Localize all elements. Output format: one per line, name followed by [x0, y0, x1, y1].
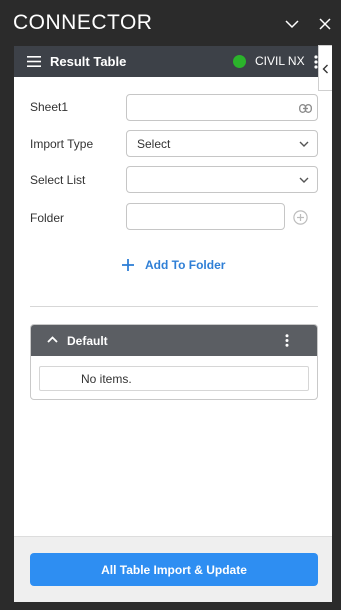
import-type-select[interactable]: Select — [126, 130, 318, 157]
import-type-value: Select — [137, 137, 171, 151]
link-icon[interactable] — [299, 104, 312, 113]
collapse-panel-tab[interactable] — [318, 45, 332, 91]
kebab-icon[interactable] — [285, 334, 289, 347]
chevron-up-icon[interactable] — [47, 336, 58, 343]
list-item: No items. — [39, 366, 309, 391]
sheet-input[interactable] — [126, 94, 318, 121]
panel-title: Result Table — [50, 54, 127, 69]
chevron-down-icon — [299, 177, 309, 183]
plus-circle-icon[interactable] — [293, 210, 308, 225]
import-update-button[interactable]: All Table Import & Update — [30, 553, 318, 586]
chevron-down-icon[interactable] — [284, 16, 300, 32]
sheet-label: Sheet1 — [30, 100, 69, 114]
add-to-folder-button[interactable]: Add To Folder — [122, 258, 225, 272]
import-type-label: Import Type — [30, 137, 94, 151]
select-list-select[interactable] — [126, 166, 318, 193]
group-title: Default — [67, 334, 108, 348]
connection-label[interactable]: CIVIL NX — [255, 54, 305, 68]
empty-items-text: No items. — [81, 372, 132, 386]
folder-label: Folder — [30, 211, 65, 225]
add-to-folder-label: Add To Folder — [145, 258, 226, 272]
title-bar: CONNECTOR — [0, 0, 341, 46]
chevron-down-icon — [299, 141, 309, 147]
panel-header: Result Table CIVIL NX — [14, 46, 332, 77]
connection-status-dot — [233, 55, 246, 68]
footer: All Table Import & Update — [14, 536, 332, 602]
close-icon[interactable] — [317, 16, 333, 32]
hamburger-icon[interactable] — [27, 56, 41, 67]
plus-icon — [122, 259, 134, 271]
folder-input[interactable] — [126, 203, 285, 230]
select-list-label: Select List — [30, 173, 86, 187]
chevron-left-icon — [322, 64, 328, 74]
app-title: CONNECTOR — [13, 11, 153, 34]
default-group: Default No items. — [30, 324, 318, 400]
divider — [30, 306, 318, 307]
group-header[interactable]: Default — [31, 325, 317, 356]
connector-panel: Result Table CIVIL NX Sheet1 Import Type… — [14, 46, 332, 602]
